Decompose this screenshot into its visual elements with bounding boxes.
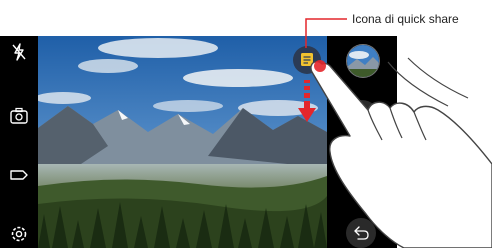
mode-icon[interactable] bbox=[7, 163, 31, 187]
landscape-preview-image bbox=[38, 36, 327, 248]
flash-off-icon[interactable] bbox=[7, 40, 31, 64]
settings-icon[interactable] bbox=[7, 222, 31, 246]
right-toolbar bbox=[327, 36, 397, 248]
swipe-down-arrow-icon bbox=[298, 80, 316, 122]
record-video-button[interactable] bbox=[345, 100, 379, 134]
back-button[interactable] bbox=[346, 218, 376, 248]
quick-share-button[interactable] bbox=[293, 46, 321, 74]
left-toolbar bbox=[0, 36, 38, 248]
quick-share-icon bbox=[301, 53, 313, 66]
gallery-thumbnail-image bbox=[347, 45, 379, 77]
back-arrow-icon bbox=[354, 226, 369, 240]
quick-share-callout-label: Icona di quick share bbox=[352, 12, 459, 26]
video-camera-icon bbox=[353, 111, 371, 123]
switch-camera-icon[interactable] bbox=[7, 104, 31, 128]
camera-screen bbox=[0, 36, 492, 248]
camera-viewfinder[interactable] bbox=[38, 36, 327, 248]
gallery-thumbnail[interactable] bbox=[346, 44, 380, 78]
